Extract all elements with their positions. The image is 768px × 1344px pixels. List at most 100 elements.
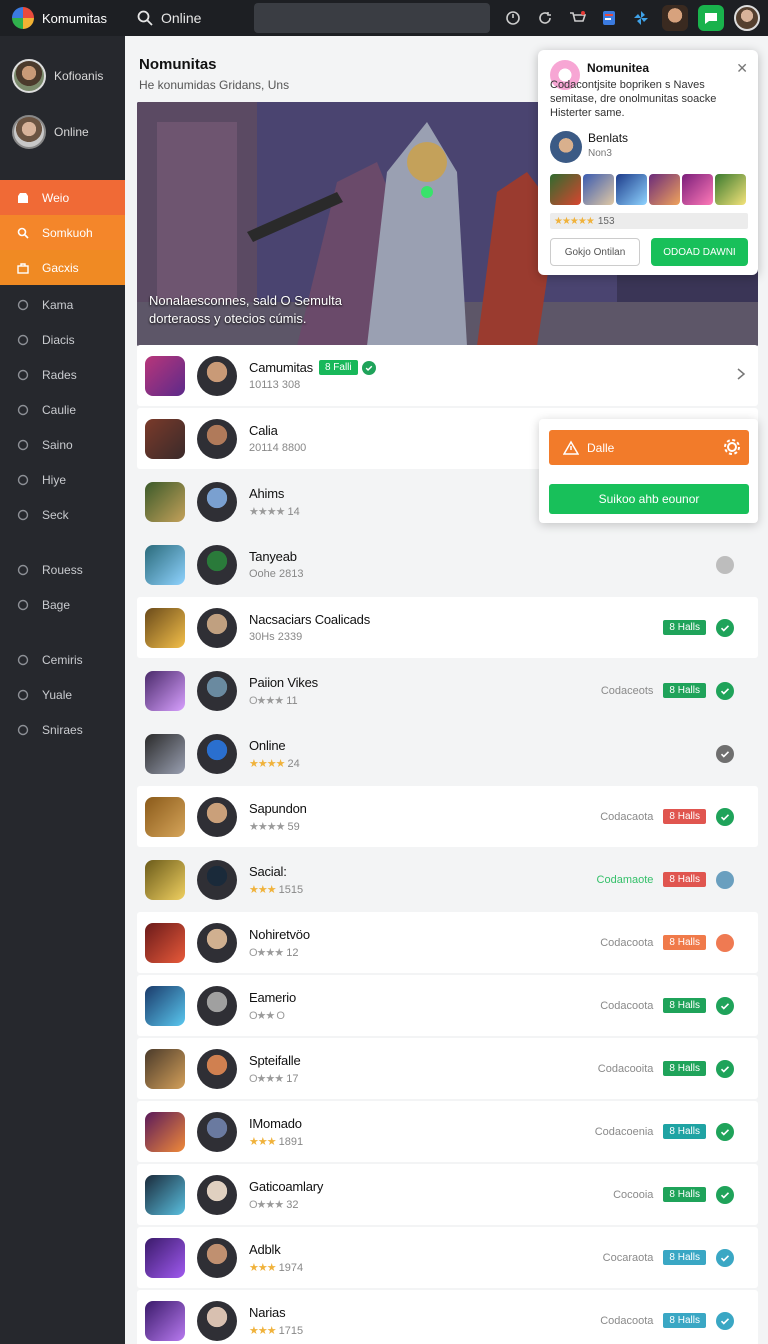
list-item[interactable]: Adblk ★★★ 1974 Cocaraota 8 Halls	[137, 1227, 758, 1288]
avatar	[197, 1174, 237, 1215]
timer-icon[interactable]	[502, 7, 524, 29]
row-actions: Codaceots 8 Halls	[601, 660, 734, 721]
check-icon[interactable]	[716, 1311, 734, 1330]
row-count: 17	[286, 1072, 299, 1085]
game-thumbnail[interactable]	[616, 174, 647, 205]
row-count: 11	[286, 694, 298, 707]
check-icon[interactable]	[716, 744, 734, 763]
row-title: Spteifalle	[249, 1052, 301, 1068]
sidebar-item-saino[interactable]: Saino	[0, 427, 125, 462]
check-icon[interactable]	[716, 1185, 734, 1204]
avatar	[197, 670, 237, 711]
brand[interactable]: Komumitas	[0, 0, 125, 36]
list-item[interactable]: Camumitas 8 Falli 10113 308	[137, 345, 758, 406]
check-icon[interactable]	[716, 681, 734, 700]
check-icon[interactable]	[716, 1059, 734, 1078]
sidebar-item-weio[interactable]: Weio	[0, 180, 125, 215]
sidebar-item-rouess[interactable]: Rouess	[0, 552, 125, 587]
list-item[interactable]: Online ★★★★ 24	[137, 723, 758, 784]
chat-icon[interactable]	[698, 5, 724, 31]
sidebar-item-sniraes[interactable]: Sniraes	[0, 712, 125, 747]
row-count: 32	[286, 1198, 299, 1211]
game-thumbnail[interactable]	[682, 174, 713, 205]
user-avatar-2[interactable]	[734, 5, 760, 31]
status-dot-icon[interactable]	[716, 870, 734, 889]
list-item[interactable]: Narias ★★★ 1715 Codacoota 8 Halls	[137, 1290, 758, 1344]
sidebar-item-yuale[interactable]: Yuale	[0, 677, 125, 712]
game-icon	[145, 481, 185, 522]
row-actions: Cocaraota 8 Halls	[603, 1227, 734, 1288]
status-dot-icon[interactable]	[716, 555, 734, 574]
action-green-button[interactable]: Suikoo ahb eounor	[549, 484, 749, 514]
row-title: Online	[249, 737, 286, 753]
avatar	[197, 607, 237, 648]
list-item[interactable]: Tanyeab Oohe 2813	[137, 534, 758, 595]
user-avatar-1[interactable]	[662, 5, 688, 31]
game-thumbnail[interactable]	[583, 174, 614, 205]
dalle-button[interactable]: Dalle	[549, 430, 749, 465]
row-title: Gaticoamlary	[249, 1178, 324, 1194]
sidebar-item-label: Rades	[42, 367, 77, 382]
status-dot-icon[interactable]	[716, 933, 734, 952]
row-text: Gaticoamlary O★★★ 32	[249, 1179, 323, 1211]
sidebar-item-cemiris[interactable]: Cemiris	[0, 642, 125, 677]
sidebar-item-label: Gacxis	[42, 260, 79, 275]
row-count: 1891	[278, 1135, 304, 1148]
sidebar-item-kama[interactable]: Kama	[0, 287, 125, 322]
document-icon[interactable]	[598, 7, 620, 29]
sidebar-item-rades[interactable]: Rades	[0, 357, 125, 392]
sidebar-item-bage[interactable]: Bage	[0, 587, 125, 622]
sidebar-item-somkuoh[interactable]: Somkuoh	[0, 215, 125, 250]
row-text: Sacial: ★★★ 1515	[249, 864, 303, 896]
sidebar-item-diacis[interactable]: Diacis	[0, 322, 125, 357]
game-thumbnail[interactable]	[550, 174, 581, 205]
cart-icon[interactable]	[566, 7, 588, 29]
list-item[interactable]: Spteifalle O★★★ 17 Codacooita 8 Halls	[137, 1038, 758, 1099]
list-item[interactable]: Sacial: ★★★ 1515 Codamaote 8 Halls	[137, 849, 758, 910]
list-item[interactable]: IMomado ★★★ 1891 Codacoenia 8 Halls	[137, 1101, 758, 1162]
row-actions	[716, 723, 734, 784]
game-thumbnail[interactable]	[649, 174, 680, 205]
row-text: Paiion Vikes O★★★ 11	[249, 675, 318, 707]
close-icon[interactable]: ✕	[736, 60, 748, 77]
check-icon[interactable]	[716, 1122, 734, 1141]
sidebar-profile-2[interactable]: Online	[0, 104, 125, 160]
check-icon[interactable]	[716, 618, 734, 637]
search-icon	[16, 226, 30, 240]
popup-secondary-button[interactable]: Gokjo Ontilan	[550, 238, 640, 266]
refresh-icon[interactable]	[534, 7, 556, 29]
list-item[interactable]: Gaticoamlary O★★★ 32 Cocooia 8 Halls	[137, 1164, 758, 1225]
sidebar-profile-1[interactable]: Kofioanis	[0, 48, 125, 104]
check-icon[interactable]	[716, 996, 734, 1015]
popup-primary-button[interactable]: ODOAD DAWNI	[651, 238, 748, 266]
status-badge: 8 Halls	[663, 809, 706, 824]
sidebar-item-gacxis[interactable]: Gacxis	[0, 250, 125, 285]
list-item[interactable]: Nacsaciars Coalicads 30Hs 2339 8 Halls	[137, 597, 758, 658]
sidebar: Kofioanis Online Weio Somkuoh Gacxis Kam…	[0, 36, 125, 1344]
sidebar-item-caulie[interactable]: Caulie	[0, 392, 125, 427]
search-tab[interactable]: Online	[125, 10, 250, 26]
pinwheel-icon[interactable]	[630, 7, 652, 29]
sidebar-item-hiye[interactable]: Hiye	[0, 462, 125, 497]
chevron-right-icon[interactable]	[736, 367, 746, 386]
gear-icon[interactable]	[723, 438, 741, 456]
row-subtitle: ★★★ 1974	[249, 1261, 303, 1274]
bag-icon	[16, 261, 30, 275]
status-badge: 8 Halls	[663, 620, 706, 635]
game-thumbnail[interactable]	[715, 174, 746, 205]
list-item[interactable]: Nohiretvöo O★★★ 12 Codacoota 8 Halls	[137, 912, 758, 973]
list-item[interactable]: Eamerio O★★ O Codacoota 8 Halls	[137, 975, 758, 1036]
game-icon	[145, 985, 185, 1026]
row-text: Calia 20114 8800	[249, 423, 306, 454]
row-subtitle: O★★★ 12	[249, 946, 310, 959]
search-input[interactable]	[254, 3, 490, 33]
row-text: Spteifalle O★★★ 17	[249, 1052, 301, 1085]
list-item[interactable]: Sapundon ★★★★ 59 Codacaota 8 Halls	[137, 786, 758, 847]
check-icon[interactable]	[716, 807, 734, 826]
sidebar-item-seck[interactable]: Seck	[0, 497, 125, 532]
circle-icon	[16, 403, 30, 417]
game-icon	[145, 355, 185, 396]
check-icon[interactable]	[716, 1248, 734, 1267]
row-text: Camumitas 8 Falli 10113 308	[249, 360, 376, 391]
list-item[interactable]: Paiion Vikes O★★★ 11 Codaceots 8 Halls	[137, 660, 758, 721]
